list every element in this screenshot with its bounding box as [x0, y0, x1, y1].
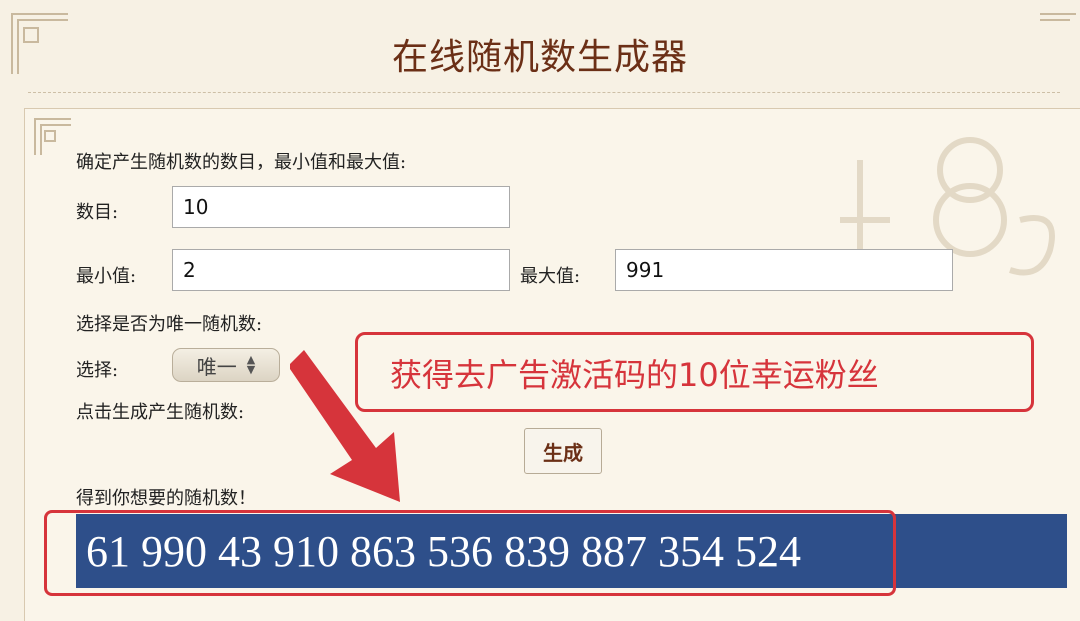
max-input[interactable]	[615, 249, 953, 291]
max-label: 最大值:	[520, 266, 581, 287]
min-input[interactable]	[172, 249, 510, 291]
page-title: 在线随机数生成器	[391, 37, 688, 78]
select-value: 唯一	[196, 354, 237, 379]
unique-prompt: 选择是否为唯一随机数:	[76, 314, 263, 335]
unique-select[interactable]: 唯一 ▲ ▼	[172, 348, 280, 382]
page: 在线随机数生成器 确定产生随机数的数目，最小值和最大值: 数目: 最小值: 最大…	[0, 0, 1080, 621]
intro-text: 确定产生随机数的数目，最小值和最大值:	[76, 152, 407, 173]
min-label: 最小值:	[76, 266, 137, 287]
select-arrows-icon: ▲ ▼	[246, 353, 256, 376]
corner-ornament-icon	[34, 118, 71, 155]
callout-text: 获得去广告激活码的10位幸运粉丝	[390, 356, 879, 394]
select-label: 选择:	[76, 360, 119, 381]
result-label: 得到你想要的随机数！	[76, 488, 256, 509]
red-arrow-icon	[290, 350, 400, 502]
digits-decoration	[840, 137, 1055, 276]
count-label: 数目:	[76, 202, 119, 223]
title-divider	[28, 92, 1060, 93]
result-highlight-box	[44, 510, 896, 596]
generate-prompt: 点击生成产生随机数:	[76, 402, 245, 423]
generate-button[interactable]: 生成	[524, 428, 602, 474]
count-input[interactable]	[172, 186, 510, 228]
